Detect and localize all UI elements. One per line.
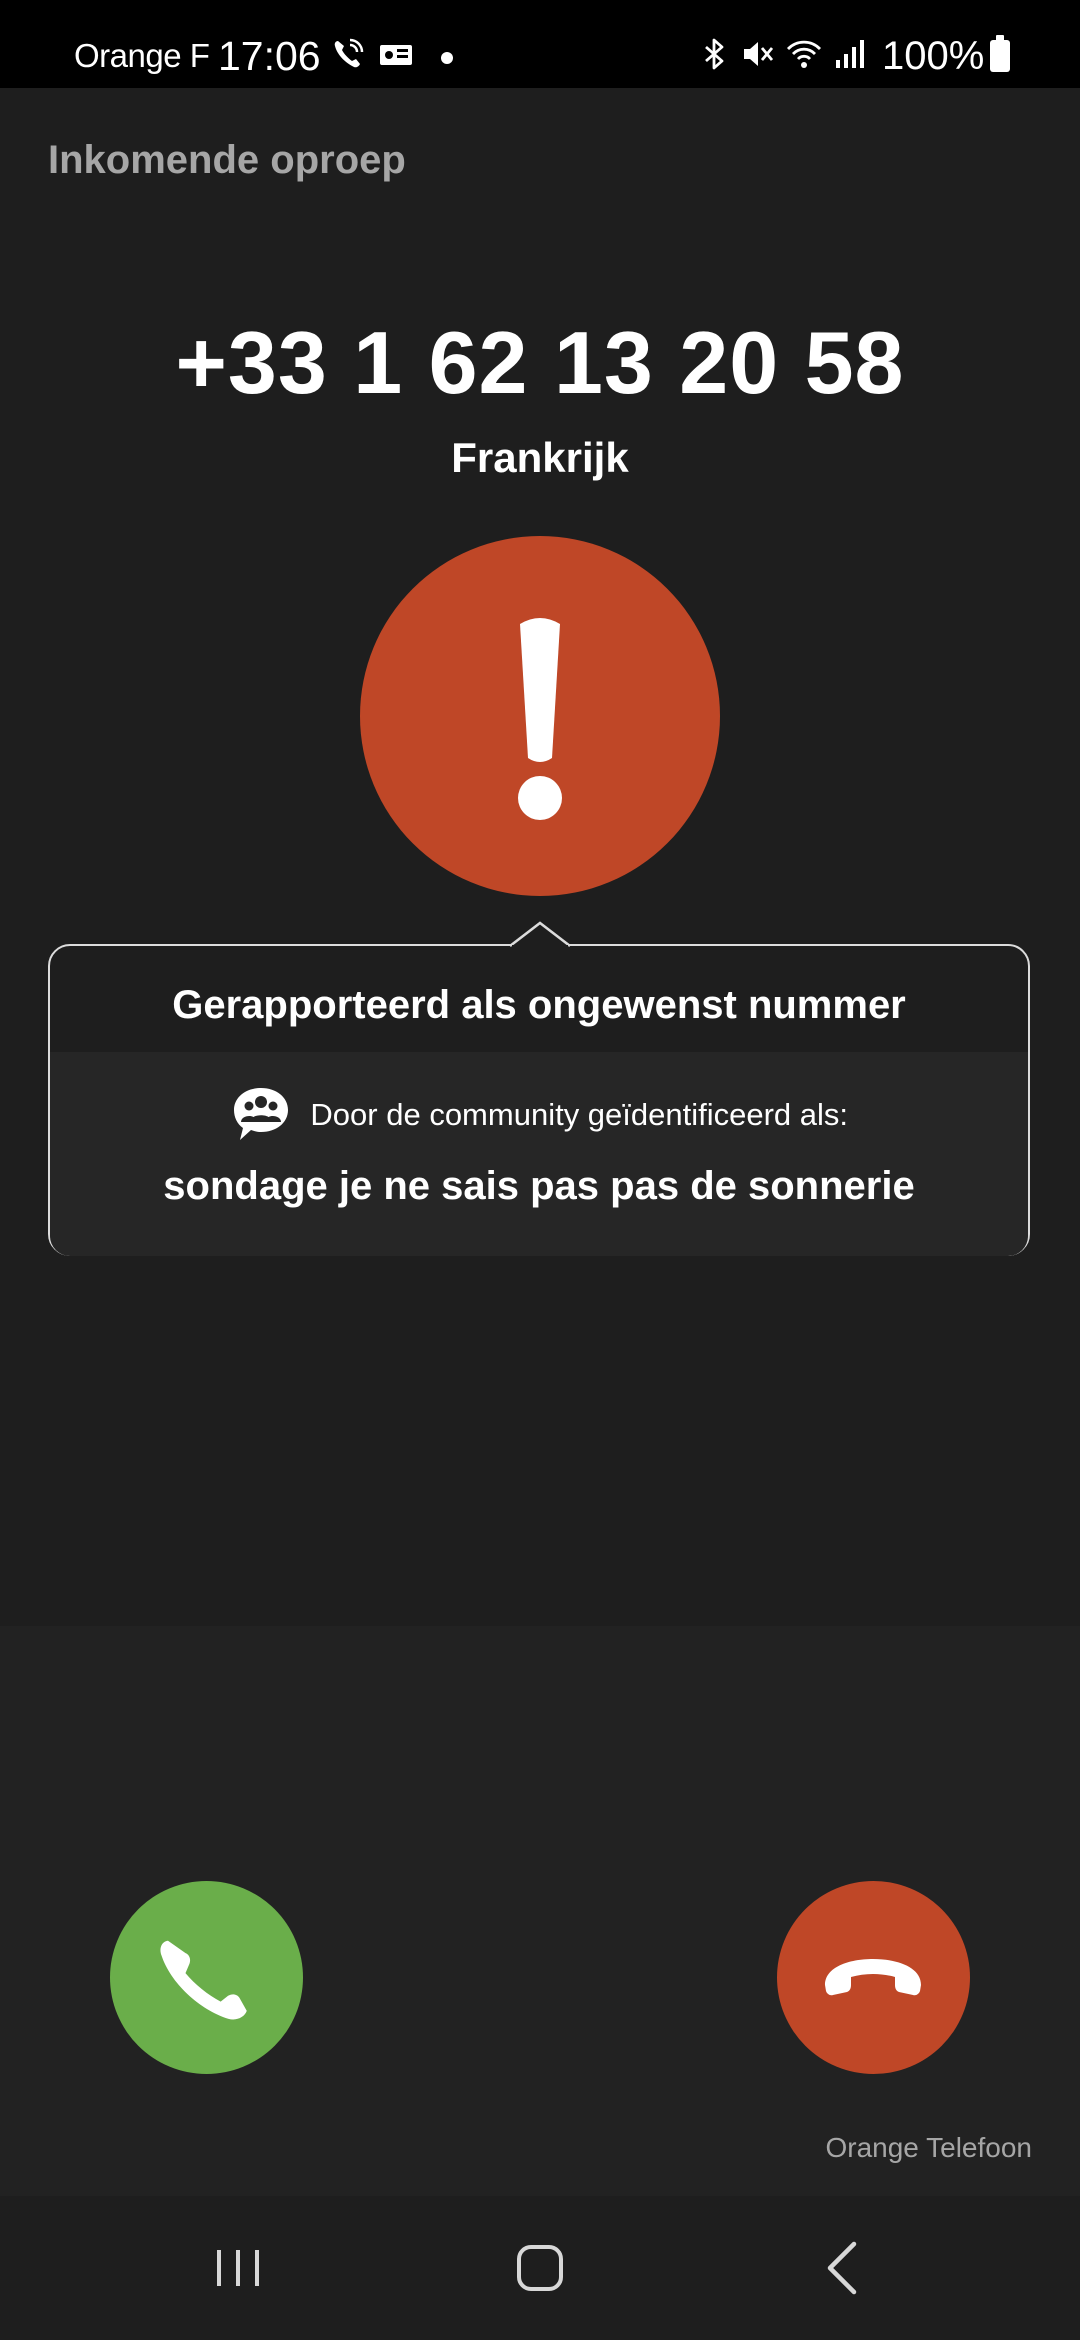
- home-icon[interactable]: [504, 2232, 576, 2304]
- recent-apps-icon[interactable]: [202, 2232, 274, 2304]
- mute-icon: [740, 36, 776, 72]
- caller-number: +33 1 62 13 20 58: [175, 313, 905, 412]
- accept-call-button[interactable]: [110, 1881, 303, 2074]
- phone-icon: [160, 1940, 247, 2020]
- spam-info-card: Gerapporteerd als ongewenst nummer Door …: [48, 944, 1030, 1256]
- app-brand: Orange Telefoon: [825, 2132, 1032, 2163]
- decline-call-button[interactable]: [777, 1881, 970, 2074]
- caller-country: Frankrijk: [451, 434, 629, 481]
- hang-up-icon: [825, 1959, 921, 1996]
- exclamation-icon: [518, 618, 562, 820]
- community-icon: [230, 1084, 292, 1146]
- page-title: Inkomende oproep: [48, 138, 406, 182]
- spam-report-title: Gerapporteerd als ongewenst nummer: [172, 983, 906, 1027]
- identified-caller-name: sondage je ne sais pas pas de sonnerie: [163, 1164, 915, 1208]
- voicemail-icon: [378, 36, 414, 72]
- card-pointer: [510, 921, 570, 947]
- carrier-name: Orange F: [74, 37, 210, 74]
- signal-icon: [832, 36, 868, 72]
- community-section: Door de community geïdentificeerd als: s…: [50, 1052, 1028, 1256]
- community-row: Door de community geïdentificeerd als:: [50, 1084, 1028, 1146]
- clock: 17:06: [218, 33, 321, 79]
- back-icon[interactable]: [808, 2232, 880, 2304]
- status-bar: Orange F 17:06 100%: [0, 0, 1080, 88]
- wifi-calling-icon: [330, 36, 366, 72]
- wifi-icon: [786, 36, 822, 72]
- community-label: Door de community geïdentificeerd als:: [310, 1097, 849, 1132]
- navigation-bar: [0, 2196, 1080, 2340]
- spam-warning-badge: [360, 536, 720, 896]
- battery-level: 100%: [882, 34, 985, 78]
- incoming-call-screen: Orange F 17:06 100% Inkomende oproep +33…: [0, 0, 1080, 2340]
- battery-icon: [990, 35, 1010, 72]
- bluetooth-icon: [696, 36, 732, 72]
- notification-dot: [441, 52, 453, 64]
